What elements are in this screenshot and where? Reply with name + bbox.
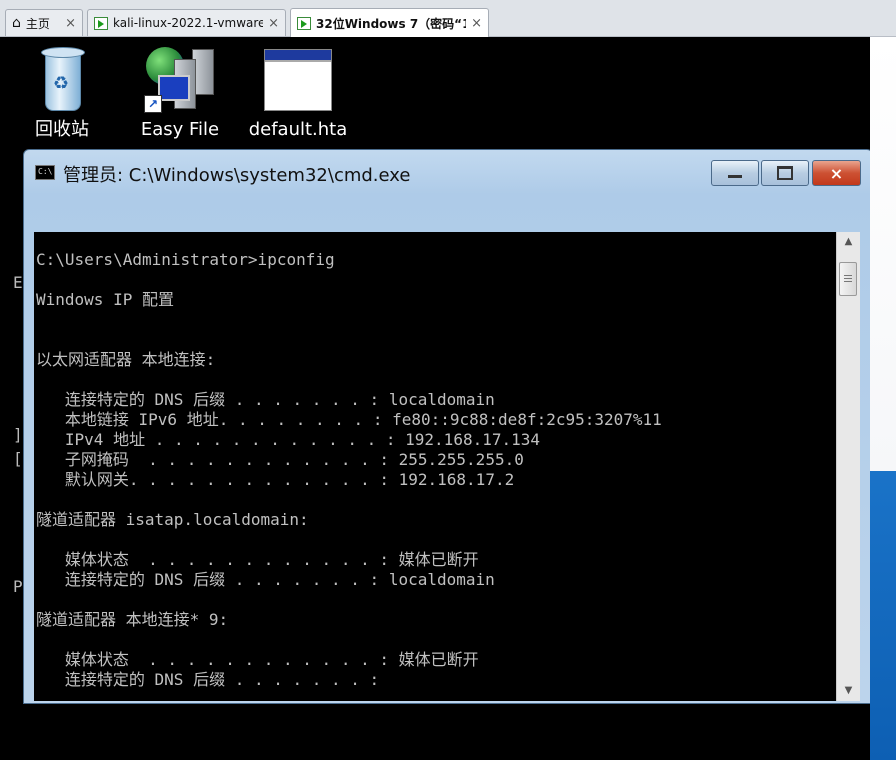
background-text: E: [13, 273, 23, 292]
maximize-icon: [777, 166, 793, 180]
console-line: C:\Users\Administrator>ipconfig: [36, 250, 335, 269]
cmd-window[interactable]: C:\ 管理员: C:\Windows\system32\cmd.exe × C…: [23, 149, 870, 704]
desktop-icon-label: 回收站: [35, 119, 89, 140]
minimize-icon: [728, 174, 742, 178]
maximize-button[interactable]: [761, 160, 809, 186]
console-line: 连接特定的 DNS 后缀 . . . . . . . :: [36, 670, 380, 689]
vm-icon: [94, 16, 108, 30]
console-line: 以太网适配器 本地连接:: [36, 350, 216, 369]
console-line: 默认网关. . . . . . . . . . . . . : 192.168.…: [36, 470, 515, 489]
desktop-icon-label: Easy File: [140, 119, 220, 140]
vm-tab-bar: ⌂ 主页 × kali-linux-2022.1-vmware-am... × …: [0, 0, 896, 37]
desktop-icon-default-hta[interactable]: default.hta: [248, 45, 348, 140]
scroll-down-icon[interactable]: ▼: [837, 681, 860, 701]
hta-file-icon: [264, 49, 332, 111]
tab-kali-linux[interactable]: kali-linux-2022.1-vmware-am... ×: [87, 9, 286, 36]
cmd-title-bar[interactable]: C:\ 管理员: C:\Windows\system32\cmd.exe ×: [24, 150, 870, 192]
tab-close-icon[interactable]: ×: [268, 16, 279, 31]
console-line: 本地链接 IPv6 地址. . . . . . . . : fe80::9c88…: [36, 410, 662, 429]
console-line: 隧道适配器 本地连接* 9:: [36, 610, 229, 629]
background-text: [: [13, 449, 23, 468]
close-button[interactable]: ×: [812, 160, 861, 186]
console-line: IPv4 地址 . . . . . . . . . . . . : 192.16…: [36, 430, 541, 449]
console-line: 媒体状态 . . . . . . . . . . . . : 媒体已断开: [36, 650, 479, 669]
vm-desktop[interactable]: ♻ 回收站 ↗ Easy File default.hta E ] [ P C:…: [0, 37, 870, 760]
console-line: 子网掩码 . . . . . . . . . . . . : 255.255.2…: [36, 450, 524, 469]
console-output[interactable]: C:\Users\Administrator>ipconfig Windows I…: [34, 232, 836, 701]
easy-file-icon: ↗: [144, 45, 216, 115]
tab-label: kali-linux-2022.1-vmware-am...: [113, 16, 264, 30]
desktop-icon-label: default.hta: [248, 119, 348, 140]
tab-windows7[interactable]: 32位Windows 7（密码“12... ×: [290, 8, 489, 37]
background-text: ]: [13, 425, 23, 444]
host-desktop-edge: [870, 37, 896, 760]
tab-label: 主页: [25, 16, 50, 31]
vertical-scrollbar[interactable]: ▲ ▼: [836, 232, 860, 701]
tab-home[interactable]: ⌂ 主页 ×: [5, 9, 83, 36]
recycle-bin-icon: ♻: [39, 45, 85, 111]
tab-close-icon[interactable]: ×: [471, 16, 482, 31]
desktop-icon-easy-file[interactable]: ↗ Easy File: [130, 45, 230, 140]
console-line: Windows IP 配置: [36, 290, 174, 309]
console-line: 媒体状态 . . . . . . . . . . . . : 媒体已断开: [36, 550, 479, 569]
scroll-thumb[interactable]: [839, 262, 857, 296]
tab-label: 32位Windows 7（密码“12...: [316, 16, 466, 31]
minimize-button[interactable]: [711, 160, 759, 186]
home-icon: ⌂: [12, 15, 21, 31]
scroll-up-icon[interactable]: ▲: [837, 232, 860, 252]
close-icon: ×: [829, 163, 844, 183]
console-line: 连接特定的 DNS 后缀 . . . . . . . : localdomain: [36, 570, 495, 589]
background-text: P: [13, 577, 23, 596]
tab-close-icon[interactable]: ×: [65, 16, 76, 31]
cmd-icon: C:\: [35, 165, 55, 180]
console-line: 隧道适配器 isatap.localdomain:: [36, 510, 309, 529]
window-title: 管理员: C:\Windows\system32\cmd.exe: [63, 165, 411, 186]
vm-icon: [297, 16, 311, 30]
console-line: 连接特定的 DNS 后缀 . . . . . . . : localdomain: [36, 390, 495, 409]
desktop-icon-recycle-bin[interactable]: ♻ 回收站: [12, 45, 112, 141]
